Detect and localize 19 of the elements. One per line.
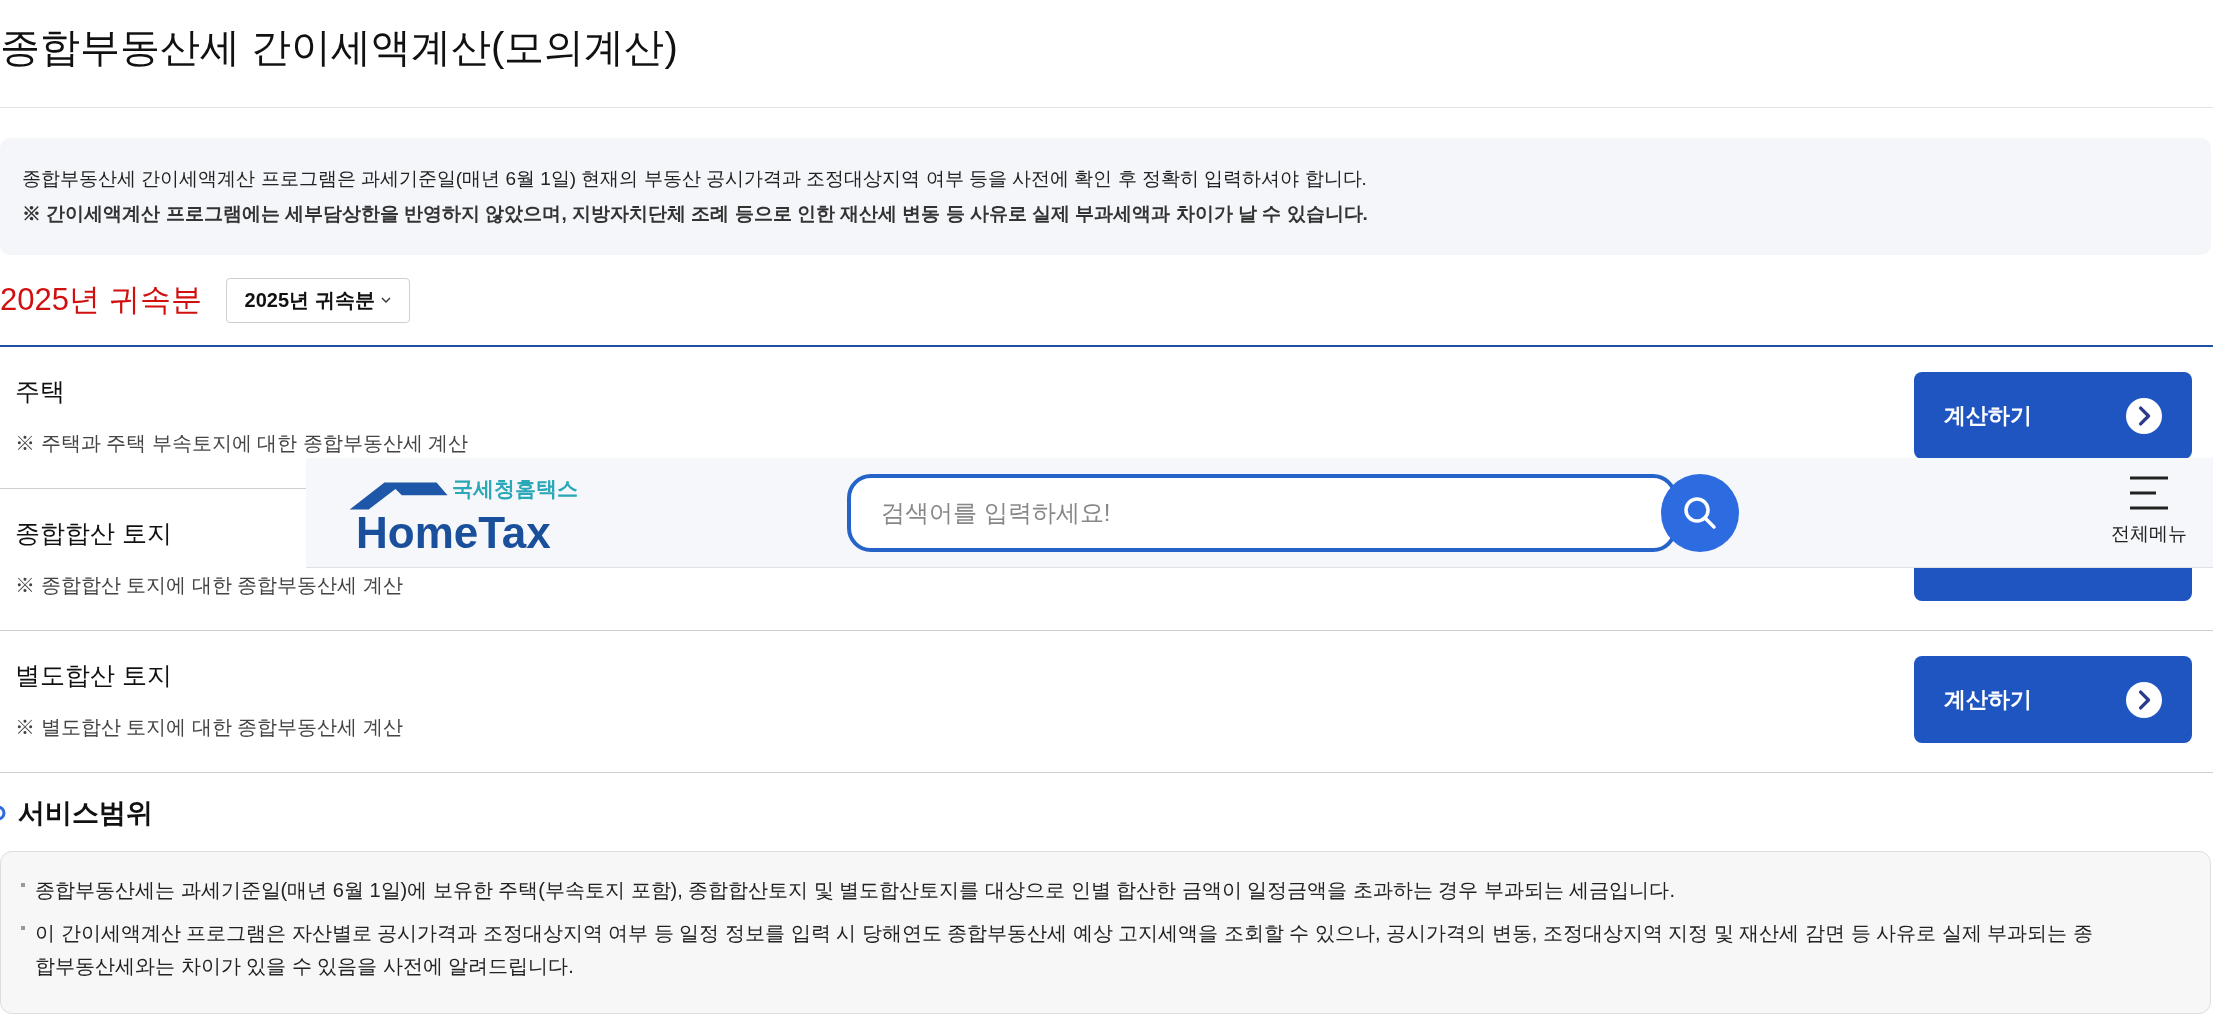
row-title: 주택 [15,375,66,407]
row-description: ※ 주택과 주택 부속토지에 대한 종합부동산세 계산 [15,431,469,457]
row-description: ※ 별도합산 토지에 대한 종합부동산세 계산 [15,715,403,741]
calculate-button[interactable]: 계산하기 [1914,656,2192,743]
year-heading: 2025년 귀속분 [0,280,202,319]
year-select[interactable]: 2025년 귀속분 [225,277,410,323]
notice-text: 종합부동산세 간이세액계산 프로그램은 과세기준일(매년 6월 1일) 현재의 부동산 공시가격과 조정대상지역 여부 등을 사전에 확인 후 정확히 입력하셔야 합니다. [22,167,1368,191]
section-heading: 서비스범위 [18,796,153,830]
menu-button[interactable]: 전체메뉴 [2111,476,2187,549]
logo-subtitle: 국세청홈택스 [452,475,578,502]
page-title: 종합부동산세 간이세액계산(모의계산) [0,26,678,67]
service-text: 이 간이세액계산 프로그램은 자산별로 공시가격과 조정대상지역 여부 등 일정 정보를 입력 시 당해연도 종합부동산세 예상 고지세액을 조회할 수 있으나, 공시가격의 변동, 조정대상지역 지정 및 재산세 감면 등 사유로 실제 부과되는 종합부동산세와는 차이가 있을 수 있음을 사전에 알려드립니다. [35,921,2094,979]
logo-text: HomeTax [356,510,551,555]
row-title: 별도합산 토지 [15,659,173,691]
row-description: ※ 종합합산 토지에 대한 종합부동산세 계산 [15,573,403,599]
calculate-button[interactable]: 계산하기 [1914,372,2192,459]
search-field[interactable]: 검색어를 입력하세요! [847,473,1677,552]
notice-text: ※ 간이세액계산 프로그램에는 세부담상한을 반영하지 않았으며, 지방자치단체 조례 등으로 인한 재산세 변동 등 사유로 실제 부과세액과 차이가 날 수 있습니다. [22,202,1369,226]
service-text: 종합부동산세는 과세기준일(매년 6월 1일)에 보유한 주택(부속토지 포함), 종합합산토지 및 별도합산토지를 대상으로 인별 합산한 금액이 일정금액을 초과하는 경우 부과되는 세금입니다. [35,878,1676,903]
